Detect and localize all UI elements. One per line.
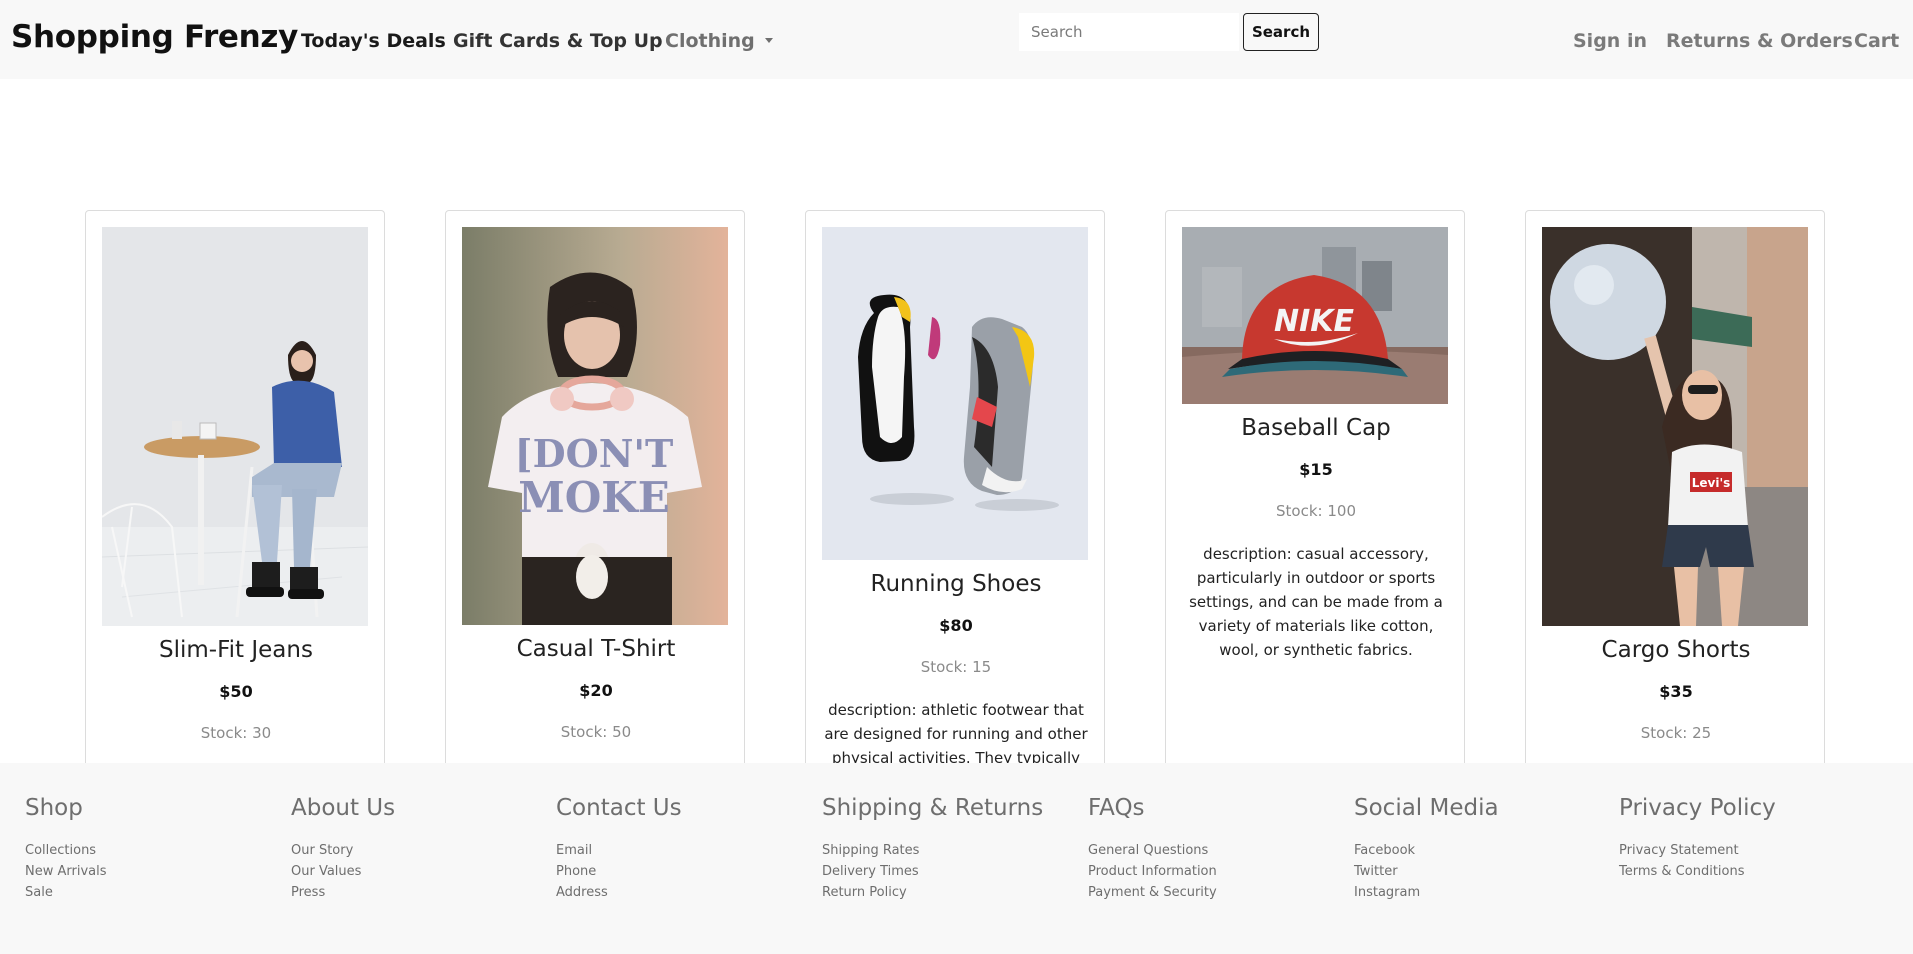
footer-link[interactable]: Phone <box>556 861 682 882</box>
footer-column-title: Privacy Policy <box>1619 795 1776 821</box>
product-card-running-shoes[interactable]: Running Shoes $80 Stock: 15 description:… <box>805 210 1105 770</box>
product-title: Slim-Fit Jeans <box>159 637 313 663</box>
footer-link[interactable]: Product Information <box>1088 861 1217 882</box>
footer-column-contact-us: Contact Us Email Phone Address <box>556 794 682 903</box>
product-image-cap[interactable]: NIKE <box>1182 227 1448 404</box>
footer-link[interactable]: New Arrivals <box>25 861 107 882</box>
footer-column-social-media: Social Media Facebook Twitter Instagram <box>1354 794 1499 903</box>
footer-column-faqs: FAQs General Questions Product Informati… <box>1088 794 1217 903</box>
search-button[interactable]: Search <box>1243 13 1319 51</box>
navbar: Shopping Frenzy Today's Deals Gift Cards… <box>0 0 1913 79</box>
product-image-tshirt[interactable]: [DON'T MOKE <box>462 227 728 625</box>
footer-column-about-us: About Us Our Story Our Values Press <box>291 794 395 903</box>
footer-column-shop: Shop Collections New Arrivals Sale <box>25 794 107 903</box>
footer-column-shipping-returns: Shipping & Returns Shipping Rates Delive… <box>822 794 1043 903</box>
footer-link[interactable]: Our Story <box>291 840 395 861</box>
nav-cart[interactable]: Cart <box>1854 30 1899 52</box>
shirt-logo-text: Levi's <box>1692 476 1731 490</box>
nav-todays-deals[interactable]: Today's Deals <box>301 30 446 52</box>
product-card-cargo-shorts[interactable]: Levi's Cargo Shorts $35 Stock: 25 <box>1525 210 1825 770</box>
product-stock: Stock: 100 <box>1276 502 1356 520</box>
search-input[interactable] <box>1019 13 1239 51</box>
footer-column-title: Shipping & Returns <box>822 795 1044 821</box>
nav-clothing-dropdown[interactable]: Clothing <box>665 30 773 52</box>
footer-link[interactable]: Press <box>291 882 395 903</box>
footer-link[interactable]: Our Values <box>291 861 395 882</box>
product-stock: Stock: 50 <box>560 723 632 741</box>
footer-link[interactable]: Address <box>556 882 682 903</box>
footer-link[interactable]: Twitter <box>1354 861 1499 882</box>
footer: Shop Collections New Arrivals Sale About… <box>0 763 1913 954</box>
footer-column-privacy-policy: Privacy Policy Privacy Statement Terms &… <box>1619 794 1776 882</box>
product-image-jeans[interactable] <box>102 227 368 626</box>
footer-link[interactable]: Terms & Conditions <box>1619 861 1776 882</box>
footer-link[interactable]: Shipping Rates <box>822 840 1043 861</box>
footer-link[interactable]: Delivery Times <box>822 861 1043 882</box>
footer-link[interactable]: Return Policy <box>822 882 1043 903</box>
footer-link[interactable]: Collections <box>25 840 107 861</box>
footer-link[interactable]: Sale <box>25 882 107 903</box>
product-price: $80 <box>939 616 973 635</box>
product-image-shorts[interactable]: Levi's <box>1542 227 1808 626</box>
footer-link[interactable]: Email <box>556 840 682 861</box>
footer-link[interactable]: Instagram <box>1354 882 1499 903</box>
product-price: $15 <box>1299 460 1333 479</box>
product-stock: Stock: 30 <box>200 724 272 742</box>
brand-logo[interactable]: Shopping Frenzy <box>11 19 298 55</box>
footer-link[interactable]: Payment & Security <box>1088 882 1217 903</box>
product-description: description: casual accessory, particula… <box>1189 545 1443 659</box>
product-card-slim-fit-jeans[interactable]: Slim-Fit Jeans $50 Stock: 30 <box>85 210 385 770</box>
product-description: description: athletic footwear that are … <box>824 701 1088 767</box>
svg-text:MOKE: MOKE <box>518 473 670 522</box>
product-title: Running Shoes <box>870 571 1042 597</box>
product-stock: Stock: 25 <box>1640 724 1712 742</box>
footer-column-title: Contact Us <box>556 795 682 821</box>
product-price: $20 <box>579 681 613 700</box>
svg-text:[DON'T: [DON'T <box>515 431 674 476</box>
footer-link[interactable]: General Questions <box>1088 840 1217 861</box>
footer-link[interactable]: Privacy Statement <box>1619 840 1776 861</box>
nav-sign-in[interactable]: Sign in <box>1573 30 1647 52</box>
nav-clothing-label: Clothing <box>665 30 755 52</box>
product-image-shoes[interactable] <box>822 227 1088 560</box>
product-title: Cargo Shorts <box>1601 637 1751 663</box>
product-stock: Stock: 15 <box>920 658 992 676</box>
chevron-down-icon <box>764 38 773 43</box>
product-card-casual-t-shirt[interactable]: [DON'T MOKE Casual T-Shirt $20 Stock: 50 <box>445 210 745 770</box>
nav-gift-cards[interactable]: Gift Cards & Top Up <box>453 30 663 52</box>
product-card-baseball-cap[interactable]: NIKE Baseball Cap $15 Stock: 100 descrip… <box>1165 210 1465 770</box>
product-title: Casual T-Shirt <box>516 636 676 662</box>
footer-link[interactable]: Facebook <box>1354 840 1499 861</box>
footer-column-title: FAQs <box>1088 795 1145 821</box>
product-title: Baseball Cap <box>1241 415 1391 441</box>
footer-column-title: Shop <box>25 795 83 821</box>
nav-returns-orders[interactable]: Returns & Orders <box>1666 30 1853 52</box>
cap-logo-text: NIKE <box>1274 304 1355 339</box>
product-price: $35 <box>1659 682 1693 701</box>
footer-column-title: About Us <box>291 795 396 821</box>
product-price: $50 <box>219 682 253 701</box>
footer-column-title: Social Media <box>1354 795 1499 821</box>
